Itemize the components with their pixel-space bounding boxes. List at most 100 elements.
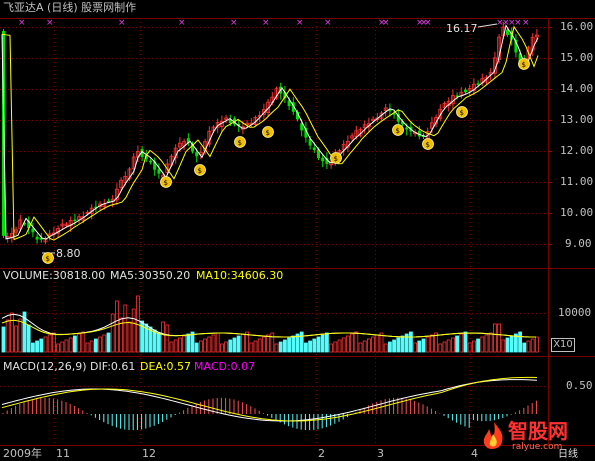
volume-bar (211, 334, 216, 353)
volume-bar (316, 336, 321, 353)
purple-x-mark: × (382, 18, 390, 28)
volume-bar (509, 335, 514, 353)
date-label: 4 (471, 447, 478, 460)
money-bag-icon: $ (518, 58, 530, 70)
kline-chart[interactable]: × × × × × × × × ×× ××× ×××× ×$$$$$$$$$$ (0, 0, 595, 461)
candle-body (31, 228, 35, 233)
volume-bar (455, 335, 460, 353)
watermark-url: ralyue.com (512, 442, 563, 452)
purple-x-mark: × (230, 18, 238, 28)
volume-bar (1, 326, 6, 353)
volume-bar (303, 342, 308, 353)
volume-bar (5, 319, 10, 353)
date-label: 2009年 (3, 447, 42, 460)
purple-x-mark: × (324, 18, 332, 28)
volume-bar (177, 337, 182, 353)
volume-bar (169, 341, 174, 353)
volume-bar (484, 334, 489, 353)
volume-bar (47, 334, 52, 353)
candle-body (157, 169, 161, 174)
volume-bar (240, 333, 245, 353)
volume-bar (228, 339, 233, 353)
volume-bar (291, 335, 296, 353)
candle-body (321, 157, 325, 162)
price-tick: 10.00 (560, 206, 594, 219)
high-price-label: 16.17 (446, 22, 478, 35)
svg-text:$: $ (238, 139, 242, 147)
volume-bar (203, 338, 208, 353)
volume-bar (266, 334, 271, 353)
price-tick: 12.00 (560, 144, 594, 157)
volume-bar (333, 341, 338, 353)
svg-text:$: $ (522, 61, 526, 69)
date-label: 2 (318, 447, 325, 460)
volume-bar (186, 333, 191, 353)
candle-body (195, 152, 199, 157)
volume-bar (299, 331, 304, 353)
volume-scale-button[interactable]: X10 (551, 338, 575, 352)
candle-body (312, 147, 316, 151)
volume-bar (85, 342, 90, 353)
volume-ma10-label: MA10:34606.30 (196, 269, 284, 282)
purple-x-mark: × (296, 18, 304, 28)
volume-bar (224, 341, 229, 353)
volume-bar (450, 337, 455, 353)
purple-x-mark: × (118, 18, 126, 28)
volume-bar (530, 338, 535, 353)
volume-bar (152, 329, 157, 353)
volume-bar (249, 342, 254, 353)
volume-bar (73, 335, 77, 353)
purple-x-mark: × (18, 18, 26, 28)
volume-bar (98, 336, 102, 353)
volume-bar (173, 339, 178, 353)
volume-bar (60, 341, 65, 353)
high-pointer (477, 23, 498, 28)
svg-text:$: $ (396, 127, 400, 135)
volume-bar (127, 321, 132, 353)
volume-bar (362, 340, 367, 353)
volume-bar (438, 343, 443, 353)
volume-bar (476, 338, 481, 353)
volume-bar (89, 340, 94, 353)
date-label: 3 (377, 447, 384, 460)
chart-title: 飞亚达A (日线) 股票网制作 (3, 1, 137, 14)
volume-bar (56, 343, 60, 353)
volume-bar (501, 339, 506, 353)
svg-text:$: $ (46, 255, 50, 263)
volume-bar (320, 334, 325, 353)
flame-logo-icon (483, 422, 503, 449)
volume-bar (215, 332, 220, 353)
purple-x-mark: × (178, 18, 186, 28)
volume-bar (408, 331, 413, 353)
volume-bar (274, 343, 279, 353)
volume-bar (387, 341, 392, 353)
volume-bar (312, 338, 317, 353)
date-label: 11 (56, 447, 70, 460)
candle-body (506, 29, 509, 35)
volume-bar (488, 332, 493, 353)
volume-bar (182, 335, 187, 353)
price-tick: 11.00 (560, 175, 594, 188)
svg-text:$: $ (198, 167, 202, 175)
money-bag-icon: $ (42, 252, 54, 264)
volume-bar (43, 336, 48, 353)
volume-bar (497, 323, 502, 353)
volume-bar (77, 333, 81, 353)
svg-text:$: $ (266, 129, 270, 137)
macd-dif-label: DIF:0.61 (90, 360, 136, 373)
volume-bar (442, 341, 447, 353)
volume-bar (94, 338, 98, 353)
price-tick: 14.00 (560, 82, 594, 95)
volume-bar (446, 339, 451, 353)
svg-text:$: $ (334, 155, 338, 163)
volume-bar (480, 336, 485, 353)
volume-bar (68, 337, 73, 353)
stock-chart-window: × × × × × × × × × × × × × × × × × × $ $ $ $ $ $ $ $ $ $ 飞亚达A (日线) 股… (0, 0, 595, 461)
money-bag-icon: $ (392, 124, 404, 136)
volume-tick: 10000 (558, 306, 592, 319)
volume-bar (278, 341, 283, 353)
volume-bar (257, 338, 262, 353)
volume-bar (535, 336, 539, 353)
candle-body (149, 160, 152, 163)
volume-bar (392, 339, 397, 353)
